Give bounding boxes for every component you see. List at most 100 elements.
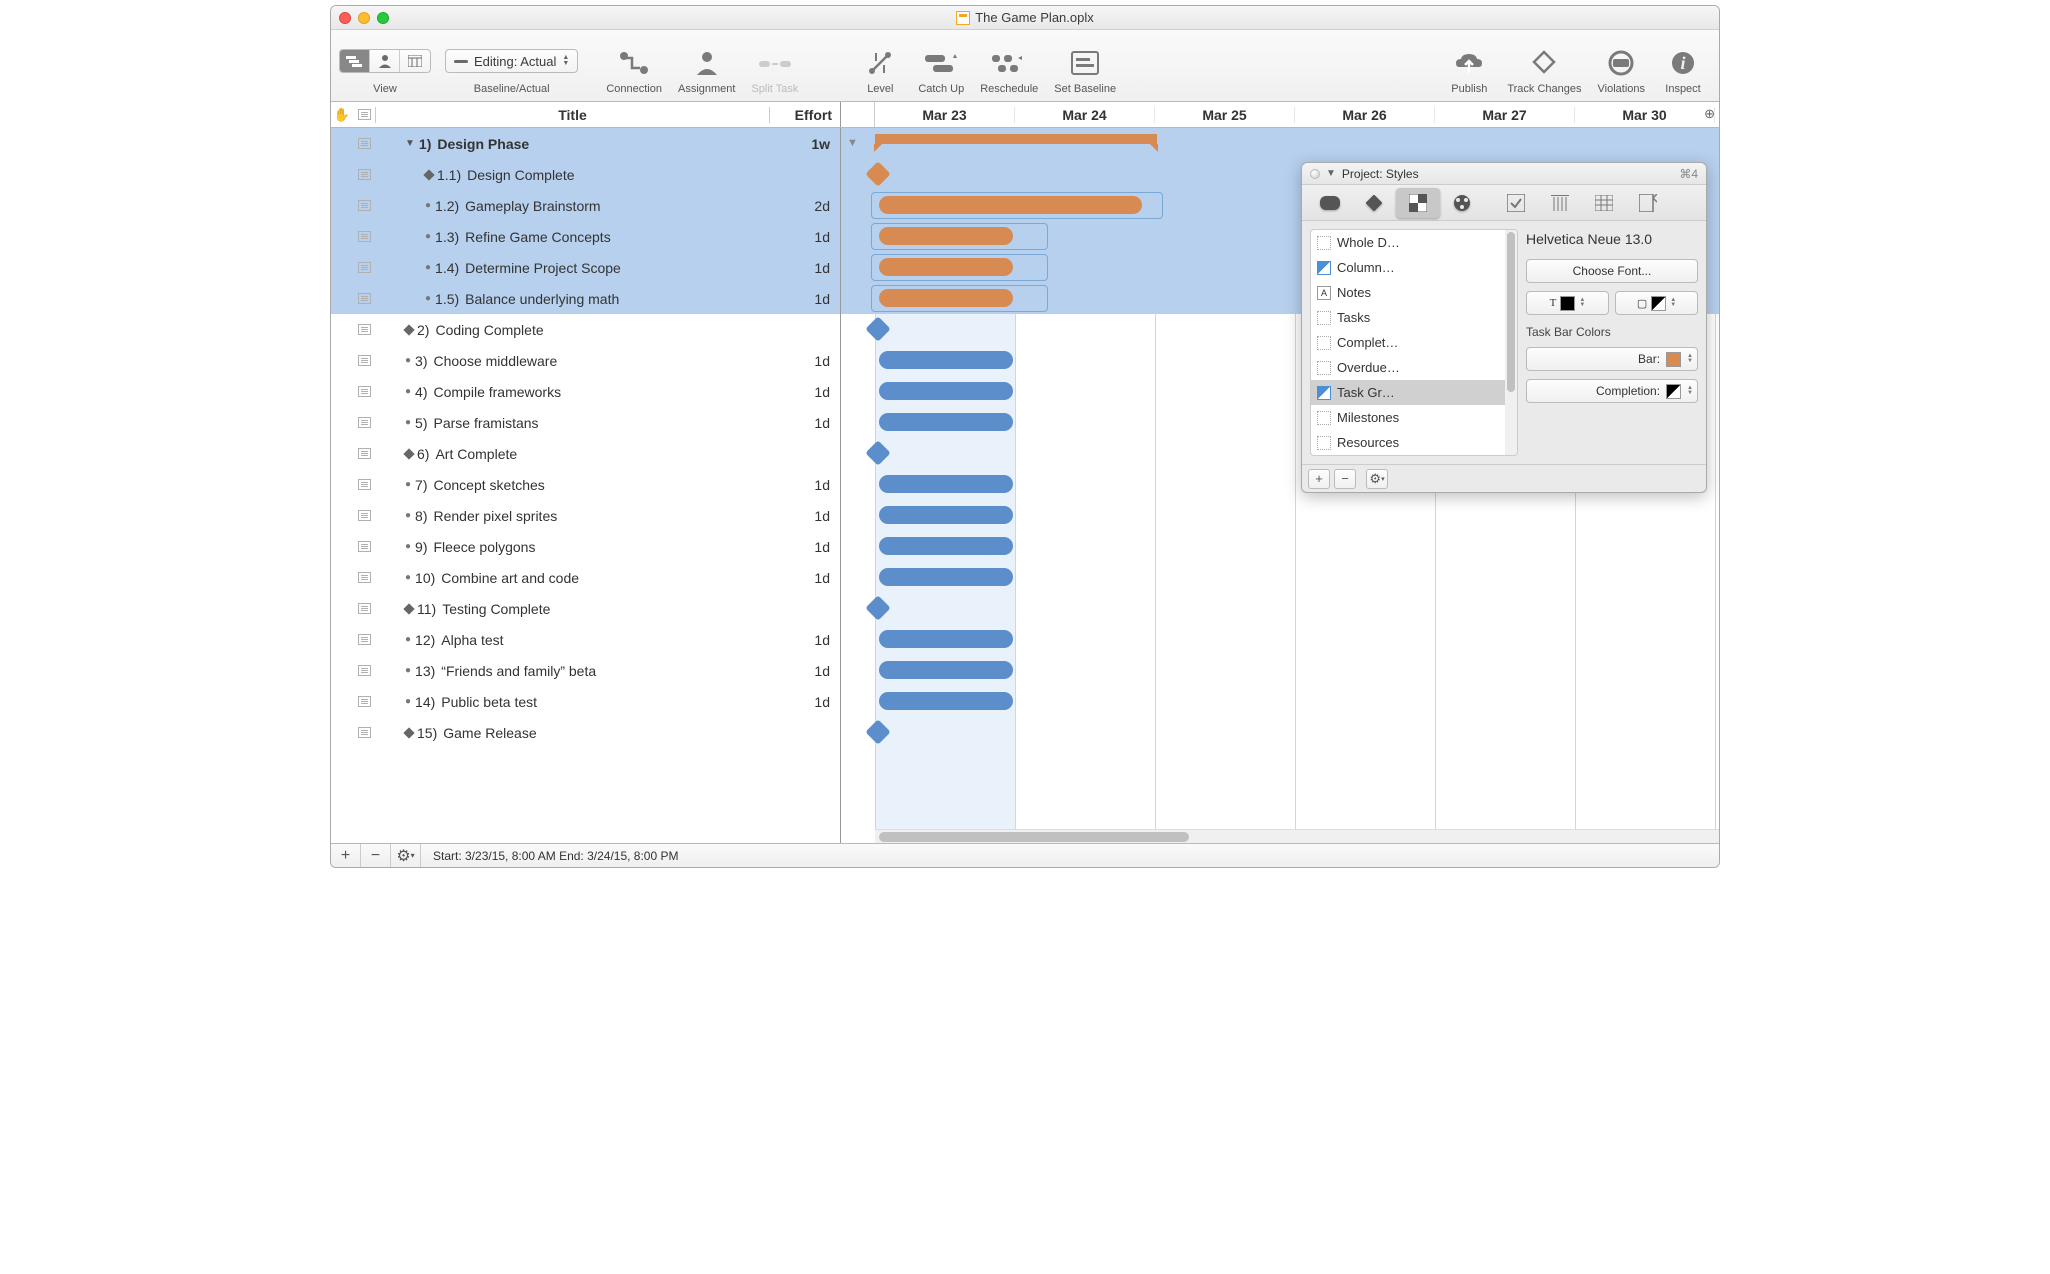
style-item[interactable]: Column… <box>1311 255 1517 280</box>
choose-font-button[interactable]: Choose Font... <box>1526 259 1698 283</box>
task-bar[interactable] <box>879 382 1013 400</box>
track-changes-button[interactable]: Track Changes <box>1507 45 1581 95</box>
milestone-diamond[interactable] <box>865 316 890 341</box>
task-row[interactable]: 11)Testing Complete <box>331 593 840 624</box>
disclosure-triangle-icon[interactable]: ▼ <box>1326 168 1336 179</box>
inspector-tab-check[interactable] <box>1494 188 1538 218</box>
bg-color-picker[interactable]: ▢▲▼ <box>1615 291 1698 315</box>
task-row[interactable]: 1.1)Design Complete <box>331 159 840 190</box>
view-calendar-icon[interactable] <box>400 50 430 72</box>
gantt-row[interactable] <box>841 500 1719 531</box>
connection-button[interactable]: Connection <box>606 45 662 95</box>
task-row[interactable]: ●9)Fleece polygons1d <box>331 531 840 562</box>
task-row[interactable]: ●1.5)Balance underlying math1d <box>331 283 840 314</box>
task-row[interactable]: ●14)Public beta test1d <box>331 686 840 717</box>
view-gantt-icon[interactable] <box>340 50 370 72</box>
style-item[interactable]: Complet… <box>1311 330 1517 355</box>
date-header[interactable]: Mar 24 <box>1015 107 1155 123</box>
gantt-row[interactable]: ▼ <box>841 128 1719 159</box>
disclosure-triangle-icon[interactable]: ▼ <box>847 137 858 149</box>
gantt-row[interactable] <box>841 655 1719 686</box>
gantt-row[interactable] <box>841 562 1719 593</box>
gantt-row[interactable] <box>841 686 1719 717</box>
task-row[interactable]: 15)Game Release <box>331 717 840 748</box>
inspector-tab-link[interactable] <box>1626 188 1670 218</box>
baseline-actual-select[interactable]: Editing: Actual ▲▼ <box>445 49 578 73</box>
milestone-diamond[interactable] <box>865 595 890 620</box>
inspector-titlebar[interactable]: ▼ Project: Styles ⌘4 <box>1302 163 1706 185</box>
hand-column-icon[interactable]: ✋ <box>331 107 353 123</box>
style-item[interactable]: Overdue… <box>1311 355 1517 380</box>
style-item[interactable]: Resources <box>1311 430 1517 455</box>
zoom-icon[interactable]: ⊕ <box>1704 106 1715 122</box>
task-bar[interactable] <box>879 413 1013 431</box>
gantt-row[interactable] <box>841 531 1719 562</box>
date-header[interactable]: Mar 30 <box>1575 107 1715 123</box>
task-row[interactable]: ●5)Parse framistans1d <box>331 407 840 438</box>
violations-button[interactable]: Violations <box>1598 45 1646 95</box>
task-bar[interactable] <box>879 537 1013 555</box>
gantt-chart[interactable]: ▼ ▼ Project: Styles ⌘4 <box>841 128 1719 843</box>
style-item[interactable]: Task Gr… <box>1311 380 1517 405</box>
task-row[interactable]: 2)Coding Complete <box>331 314 840 345</box>
task-row[interactable]: ●1.2)Gameplay Brainstorm2d <box>331 190 840 221</box>
style-item[interactable]: ANotes <box>1311 280 1517 305</box>
inspector-tab-task[interactable] <box>1308 188 1352 218</box>
completion-color-picker[interactable]: Completion:▲▼ <box>1526 379 1698 403</box>
inspector-tab-milestone[interactable] <box>1352 188 1396 218</box>
style-item[interactable]: Tasks <box>1311 305 1517 330</box>
task-bar[interactable] <box>879 289 1013 307</box>
task-row[interactable]: 6)Art Complete <box>331 438 840 469</box>
summary-bar[interactable] <box>875 134 1157 144</box>
inspect-button[interactable]: i Inspect <box>1661 45 1705 95</box>
milestone-diamond[interactable] <box>865 719 890 744</box>
remove-style-button[interactable]: − <box>1334 469 1356 489</box>
text-color-picker[interactable]: T▲▼ <box>1526 291 1609 315</box>
add-task-button[interactable]: + <box>331 844 361 867</box>
milestone-diamond[interactable] <box>865 161 890 186</box>
date-header[interactable]: Mar 27 <box>1435 107 1575 123</box>
task-bar[interactable] <box>879 258 1013 276</box>
timeline-header[interactable]: Mar 23Mar 24Mar 25Mar 26Mar 27Mar 30 ⊕ <box>841 102 1719 127</box>
milestone-diamond[interactable] <box>865 440 890 465</box>
title-column-header[interactable]: Title <box>375 107 770 123</box>
split-task-button[interactable]: Split Task <box>751 45 798 95</box>
task-bar[interactable] <box>879 568 1013 586</box>
inspector-tab-styles[interactable] <box>1396 188 1440 218</box>
inspector-tab-columns[interactable] <box>1538 188 1582 218</box>
task-row[interactable]: ●13)“Friends and family” beta1d <box>331 655 840 686</box>
date-header[interactable]: Mar 26 <box>1295 107 1435 123</box>
gantt-row[interactable] <box>841 717 1719 748</box>
gantt-horizontal-scrollbar[interactable] <box>875 829 1719 843</box>
publish-button[interactable]: Publish <box>1447 45 1491 95</box>
inspector-panel[interactable]: ▼ Project: Styles ⌘4 W <box>1301 162 1707 493</box>
level-button[interactable]: Level <box>858 45 902 95</box>
gantt-row[interactable] <box>841 624 1719 655</box>
task-bar[interactable] <box>879 227 1013 245</box>
note-column-icon[interactable] <box>353 109 375 120</box>
task-row[interactable]: ●10)Combine art and code1d <box>331 562 840 593</box>
task-bar[interactable] <box>879 661 1013 679</box>
inspector-close-button[interactable] <box>1310 169 1320 179</box>
view-segment[interactable] <box>339 49 431 73</box>
task-bar[interactable] <box>879 630 1013 648</box>
catch-up-button[interactable]: Catch Up <box>918 45 964 95</box>
styles-scrollbar[interactable] <box>1505 230 1517 455</box>
inspector-tab-appearance[interactable] <box>1440 188 1484 218</box>
task-bar[interactable] <box>879 506 1013 524</box>
bar-color-picker[interactable]: Bar:▲▼ <box>1526 347 1698 371</box>
task-row[interactable]: ●12)Alpha test1d <box>331 624 840 655</box>
task-bar[interactable] <box>879 351 1013 369</box>
task-row[interactable]: ●1.3)Refine Game Concepts1d <box>331 221 840 252</box>
assignment-button[interactable]: Assignment <box>678 45 735 95</box>
action-menu-button[interactable]: ⚙▾ <box>391 844 421 867</box>
task-row[interactable]: ●7)Concept sketches1d <box>331 469 840 500</box>
date-header[interactable]: Mar 25 <box>1155 107 1295 123</box>
view-resource-icon[interactable] <box>370 50 400 72</box>
add-style-button[interactable]: + <box>1308 469 1330 489</box>
task-outline[interactable]: ▼1)Design Phase1w1.1)Design Complete●1.2… <box>331 128 841 843</box>
style-item[interactable]: Milestones <box>1311 405 1517 430</box>
task-row[interactable]: ●8)Render pixel sprites1d <box>331 500 840 531</box>
task-bar[interactable] <box>879 692 1013 710</box>
task-bar[interactable] <box>879 475 1013 493</box>
